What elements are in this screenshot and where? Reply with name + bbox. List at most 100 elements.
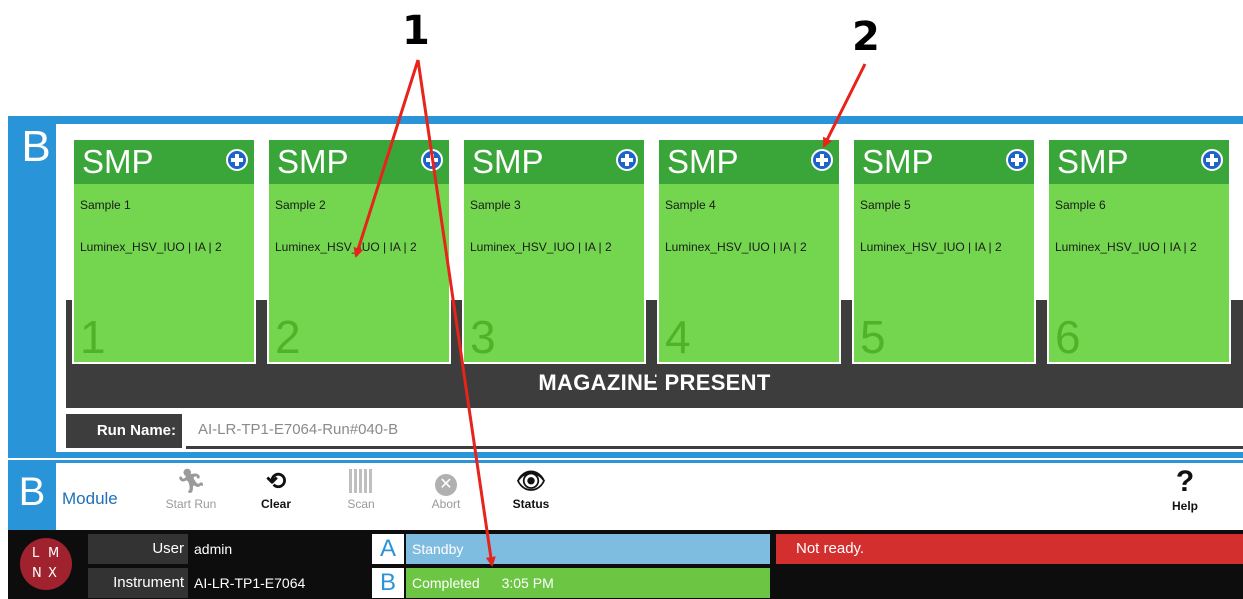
sample-card-2[interactable]: SMP Sample 2 Luminex_HSV_IUO | IA | 2 2 bbox=[267, 138, 451, 364]
slot-number: 3 bbox=[470, 311, 496, 363]
plus-circle-icon[interactable] bbox=[811, 149, 833, 171]
card-body: Sample 6 Luminex_HSV_IUO | IA | 2 6 bbox=[1049, 184, 1229, 362]
plus-circle-icon[interactable] bbox=[1006, 149, 1028, 171]
module-toolbar: B Module 🏃︎ Start Run ⟲ Clear Scan ✕ Abo… bbox=[8, 460, 1243, 530]
slot-number: 2 bbox=[275, 311, 301, 363]
plus-circle-icon[interactable] bbox=[616, 149, 638, 171]
plus-circle-icon[interactable] bbox=[421, 149, 443, 171]
card-title: SMP bbox=[667, 143, 739, 180]
scan-label: Scan bbox=[347, 497, 375, 511]
run-name-label: Run Name: bbox=[66, 414, 182, 448]
sample-name: Sample 1 bbox=[80, 198, 131, 212]
luminex-logo: L M N X bbox=[20, 538, 72, 590]
module-b-time: 3:05 PM bbox=[501, 575, 554, 591]
help-label: Help bbox=[1171, 499, 1198, 513]
eye-icon: 👁︎ bbox=[515, 468, 547, 495]
card-header: SMP bbox=[464, 140, 644, 184]
qr-code-icon bbox=[326, 467, 396, 497]
rotate-icon: ⟲ bbox=[265, 468, 287, 495]
sample-card-6[interactable]: SMP Sample 6 Luminex_HSV_IUO | IA | 2 6 bbox=[1047, 138, 1231, 364]
slot-divider bbox=[648, 300, 655, 380]
sample-name: Sample 5 bbox=[860, 198, 911, 212]
sample-card-5[interactable]: SMP Sample 5 Luminex_HSV_IUO | IA | 2 5 bbox=[852, 138, 1036, 364]
card-title: SMP bbox=[82, 143, 154, 180]
module-a-text: Standby bbox=[406, 534, 770, 564]
slot-number: 4 bbox=[665, 311, 691, 363]
run-name-row: Run Name: AI-LR-TP1-E7064-Run#040-B bbox=[66, 414, 1243, 449]
sample-assay: Luminex_HSV_IUO | IA | 2 bbox=[80, 240, 222, 254]
sample-name: Sample 3 bbox=[470, 198, 521, 212]
card-title: SMP bbox=[472, 143, 544, 180]
card-header: SMP bbox=[74, 140, 254, 184]
module-b-status[interactable]: B Completed 3:05 PM bbox=[372, 568, 770, 598]
plus-circle-icon[interactable] bbox=[226, 149, 248, 171]
slot-number: 6 bbox=[1055, 311, 1081, 363]
module-b-letter: B bbox=[372, 568, 404, 598]
logo-letter: N bbox=[32, 566, 42, 581]
logo-letter: M bbox=[48, 546, 60, 561]
running-person-icon: 🏃︎ bbox=[175, 468, 207, 495]
module-a-status[interactable]: A Standby bbox=[372, 534, 770, 564]
sample-assay: Luminex_HSV_IUO | IA | 2 bbox=[665, 240, 807, 254]
module-panel: B MAGAZINE PRESENT SMP Sample 1 Luminex_… bbox=[8, 116, 1243, 458]
card-body: Sample 5 Luminex_HSV_IUO | IA | 2 5 bbox=[854, 184, 1034, 362]
alert-banner[interactable]: Not ready. bbox=[776, 534, 1243, 564]
x-circle-icon: ✕ bbox=[411, 467, 481, 497]
magazine-area: MAGAZINE PRESENT SMP Sample 1 Luminex_HS… bbox=[56, 124, 1243, 452]
card-body: Sample 3 Luminex_HSV_IUO | IA | 2 3 bbox=[464, 184, 644, 362]
card-header: SMP bbox=[854, 140, 1034, 184]
card-body: Sample 4 Luminex_HSV_IUO | IA | 2 4 bbox=[659, 184, 839, 362]
slot-divider bbox=[453, 300, 460, 380]
user-row: User admin bbox=[88, 534, 368, 564]
logo-letter: X bbox=[48, 566, 57, 581]
plus-circle-icon[interactable] bbox=[1201, 149, 1223, 171]
toolbar-module-letter: B bbox=[8, 463, 56, 530]
user-label: User bbox=[88, 534, 188, 564]
status-bar: L M N X User admin Instrument AI-LR-TP1-… bbox=[8, 530, 1243, 599]
card-header: SMP bbox=[659, 140, 839, 184]
status-button[interactable]: 👁︎ Status bbox=[496, 467, 566, 511]
sample-assay: Luminex_HSV_IUO | IA | 2 bbox=[1055, 240, 1197, 254]
sample-assay: Luminex_HSV_IUO | IA | 2 bbox=[275, 240, 417, 254]
card-title: SMP bbox=[1057, 143, 1129, 180]
card-body: Sample 2 Luminex_HSV_IUO | IA | 2 2 bbox=[269, 184, 449, 362]
instrument-row: Instrument AI-LR-TP1-E7064 bbox=[88, 568, 368, 598]
card-header: SMP bbox=[269, 140, 449, 184]
card-title: SMP bbox=[277, 143, 349, 180]
module-a-letter: A bbox=[372, 534, 404, 564]
module-b-text: Completed 3:05 PM bbox=[406, 568, 770, 598]
module-b-state: Completed bbox=[412, 575, 480, 591]
sample-card-1[interactable]: SMP Sample 1 Luminex_HSV_IUO | IA | 2 1 bbox=[72, 138, 256, 364]
logo-letter: L bbox=[32, 546, 40, 561]
callout-1: 1 bbox=[402, 8, 430, 54]
sample-name: Sample 6 bbox=[1055, 198, 1106, 212]
clear-label: Clear bbox=[260, 497, 292, 511]
question-mark-icon: ? bbox=[1175, 465, 1195, 498]
sample-assay: Luminex_HSV_IUO | IA | 2 bbox=[470, 240, 612, 254]
help-button[interactable]: ? Help bbox=[1155, 465, 1215, 513]
card-header: SMP bbox=[1049, 140, 1229, 184]
sample-card-3[interactable]: SMP Sample 3 Luminex_HSV_IUO | IA | 2 3 bbox=[462, 138, 646, 364]
status-label: Status bbox=[512, 497, 550, 511]
sample-card-4[interactable]: SMP Sample 4 Luminex_HSV_IUO | IA | 2 4 bbox=[657, 138, 841, 364]
sample-assay: Luminex_HSV_IUO | IA | 2 bbox=[860, 240, 1002, 254]
slot-number: 5 bbox=[860, 311, 886, 363]
start-run-label: Start Run bbox=[165, 497, 217, 511]
slot-divider bbox=[258, 300, 265, 380]
instrument-value: AI-LR-TP1-E7064 bbox=[194, 575, 306, 591]
start-run-button[interactable]: 🏃︎ Start Run bbox=[156, 467, 226, 511]
scan-button[interactable]: Scan bbox=[326, 467, 396, 511]
user-value: admin bbox=[194, 541, 233, 557]
card-title: SMP bbox=[862, 143, 934, 180]
module-label: Module bbox=[62, 489, 118, 508]
slot-divider bbox=[1038, 300, 1045, 380]
instrument-label: Instrument bbox=[88, 568, 188, 598]
callout-2: 2 bbox=[852, 14, 880, 60]
abort-button[interactable]: ✕ Abort bbox=[411, 467, 481, 511]
clear-button[interactable]: ⟲ Clear bbox=[241, 467, 311, 511]
abort-label: Abort bbox=[431, 497, 461, 511]
sample-name: Sample 4 bbox=[665, 198, 716, 212]
card-body: Sample 1 Luminex_HSV_IUO | IA | 2 1 bbox=[74, 184, 254, 362]
sample-name: Sample 2 bbox=[275, 198, 326, 212]
run-name-field[interactable]: AI-LR-TP1-E7064-Run#040-B bbox=[186, 414, 1243, 449]
